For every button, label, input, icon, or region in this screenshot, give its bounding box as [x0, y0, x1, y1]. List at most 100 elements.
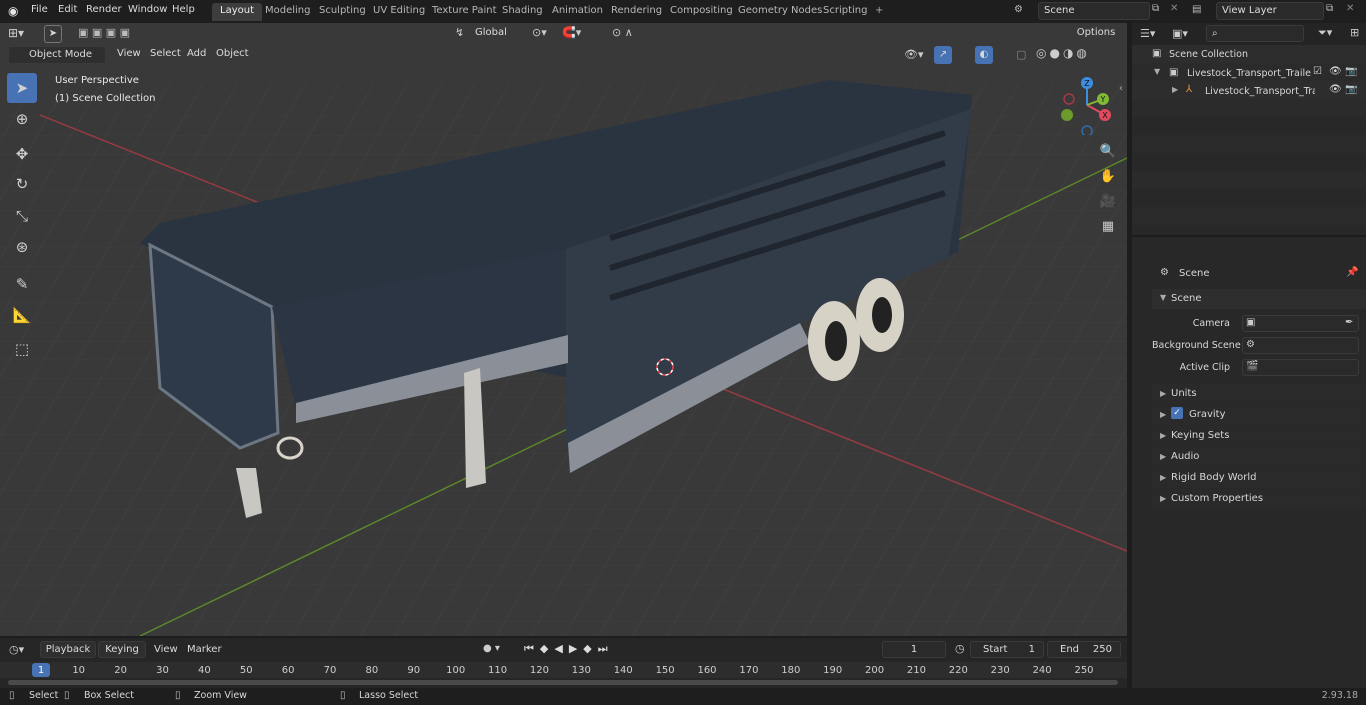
section-custom-properties[interactable]: ▶ Custom Properties — [1152, 489, 1366, 509]
end-frame-field[interactable]: End 250 — [1047, 641, 1121, 658]
sidebar-toggle-icon[interactable]: ‹ — [1119, 83, 1123, 94]
transform-tool-icon[interactable]: ⊛ — [7, 232, 37, 262]
camera-icon[interactable]: 📷 — [1345, 66, 1357, 77]
selection-mode-icons[interactable]: ▣ ▣ ▣ ▣ — [78, 26, 162, 42]
pivot-icon[interactable]: ⊙▾ — [532, 26, 547, 39]
menu-view[interactable]: View — [117, 48, 141, 59]
mode-dropdown[interactable]: Object Mode — [8, 46, 106, 64]
menu-file[interactable]: File — [31, 4, 48, 15]
menu-marker[interactable]: Marker — [187, 644, 222, 655]
menu-playback[interactable]: Playback — [40, 641, 96, 658]
scene-panel-header[interactable]: ▼ Scene — [1152, 289, 1366, 309]
new-view-layer-icon[interactable]: ⧉ — [1326, 3, 1333, 14]
annotate-tool-icon[interactable]: ✎ — [7, 269, 37, 299]
menu-add[interactable]: Add — [187, 48, 206, 59]
menu-help[interactable]: Help — [172, 4, 195, 15]
menu-object[interactable]: Object — [216, 48, 249, 59]
checkbox-icon[interactable]: ☑ — [1313, 66, 1322, 77]
outliner-item-collection[interactable]: Livestock_Transport_Trailer_L — [1187, 68, 1311, 79]
scene-icon[interactable]: ⚙ — [1014, 4, 1023, 15]
start-frame-field[interactable]: Start 1 — [970, 641, 1044, 658]
menu-keying[interactable]: Keying — [98, 641, 146, 658]
menu-edit[interactable]: Edit — [58, 4, 77, 15]
cursor-tool-icon[interactable]: ⊕ — [7, 104, 37, 134]
visibility-icon[interactable]: 👁▾ — [904, 48, 924, 61]
add-cube-tool-icon[interactable]: ⬚ — [7, 334, 37, 364]
ortho-grid-icon[interactable]: ▦ — [1097, 215, 1119, 237]
menu-view[interactable]: View — [154, 644, 178, 655]
scene-field[interactable]: Scene — [1038, 2, 1150, 20]
eye-icon[interactable]: 👁 — [1329, 66, 1342, 77]
select-mode-icon[interactable]: ➤ — [44, 25, 62, 43]
eyedropper-icon[interactable]: ✒ — [1345, 317, 1353, 328]
outliner-editor-icon[interactable]: ☰▾ — [1140, 27, 1155, 40]
gizmo-toggle-icon[interactable]: ↗ — [934, 46, 952, 64]
current-frame-field[interactable]: 1 — [882, 641, 946, 658]
move-tool-icon[interactable]: ✥ — [7, 139, 37, 169]
blender-logo-icon[interactable]: ◉ — [8, 4, 18, 18]
menu-window[interactable]: Window — [128, 4, 167, 15]
overlay-toggle-icon[interactable]: ◐ — [975, 46, 993, 64]
add-workspace-button[interactable]: + — [867, 3, 891, 21]
camera-icon[interactable]: 📷 — [1345, 84, 1357, 95]
menu-render[interactable]: Render — [86, 4, 122, 15]
frame-ruler-label: 100 — [446, 665, 466, 676]
tab-rendering[interactable]: Rendering — [603, 3, 670, 21]
close-icon[interactable]: ✕ — [1170, 3, 1178, 14]
new-scene-icon[interactable]: ⧉ — [1152, 3, 1159, 14]
shading-modes-icons[interactable]: ◎●◑◍ — [1036, 46, 1108, 64]
camera-field[interactable] — [1242, 315, 1359, 332]
snap-icon[interactable]: 🧲▾ — [562, 26, 581, 39]
display-mode-icon[interactable]: ▣▾ — [1172, 27, 1188, 40]
section-audio[interactable]: ▶ Audio — [1152, 447, 1366, 467]
section-gravity[interactable]: ▶ ✓ Gravity — [1152, 405, 1366, 425]
expand-arrow-icon[interactable]: ▶ — [1172, 85, 1178, 94]
background-scene-field[interactable] — [1242, 337, 1359, 354]
options-dropdown[interactable]: Options — [1069, 25, 1123, 43]
section-units[interactable]: ▶ Units — [1152, 384, 1366, 404]
view-layer-field[interactable]: View Layer — [1216, 2, 1324, 20]
tab-layout[interactable]: Layout — [212, 3, 262, 21]
xray-icon[interactable]: ▢ — [1016, 48, 1026, 61]
tab-uv-editing[interactable]: UV Editing — [365, 3, 433, 21]
proportional-edit-icon[interactable]: ⊙ ∧ — [612, 26, 633, 39]
editor-type-icon[interactable]: ⊞▾ — [8, 26, 34, 44]
outliner-search-input[interactable]: ⌕ — [1206, 25, 1304, 42]
transform-orientation-dropdown[interactable]: Global — [470, 25, 524, 43]
outliner-scene-collection[interactable]: Scene Collection — [1169, 49, 1248, 60]
view-layer-icon[interactable]: ▤ — [1192, 4, 1201, 15]
tab-shading[interactable]: Shading — [494, 3, 551, 21]
frame-ruler-label: 90 — [407, 665, 421, 676]
playback-controls-icons[interactable]: ⏮◆◀▶◆⏭ — [524, 642, 614, 656]
rotate-tool-icon[interactable]: ↻ — [7, 169, 37, 199]
3d-viewport[interactable]: ⊞▾ ➤ ▣ ▣ ▣ ▣ ↯ Global ⊙▾ 🧲▾ ⊙ ∧ Options … — [0, 23, 1127, 636]
scale-tool-icon[interactable]: ⤡ — [7, 201, 37, 231]
menu-select[interactable]: Select — [150, 48, 181, 59]
measure-tool-icon[interactable]: 📐 — [7, 300, 37, 330]
navigation-gizmo[interactable]: Z X Y — [1057, 75, 1117, 135]
timeline-editor-icon[interactable]: ◷▾ — [9, 643, 24, 656]
filter-icon[interactable]: ⏷▾ — [1318, 26, 1332, 40]
camera-view-icon[interactable]: 🎥 — [1097, 190, 1119, 212]
zoom-icon[interactable]: 🔍 — [1097, 140, 1119, 162]
section-keying-sets[interactable]: ▶ Keying Sets — [1152, 426, 1366, 446]
close-icon[interactable]: ✕ — [1346, 3, 1354, 14]
clock-icon[interactable]: ◷ — [955, 642, 965, 655]
record-icon[interactable]: ● ▾ — [483, 643, 500, 654]
new-collection-icon[interactable]: ⊞ — [1350, 26, 1359, 39]
tab-modeling[interactable]: Modeling — [257, 3, 319, 21]
select-box-tool-icon[interactable]: ➤ — [7, 73, 37, 103]
tab-texture-paint[interactable]: Texture Paint — [424, 3, 505, 21]
tab-compositing[interactable]: Compositing — [662, 3, 741, 21]
eye-icon[interactable]: 👁 — [1329, 84, 1342, 95]
pan-hand-icon[interactable]: ✋ — [1097, 165, 1119, 187]
active-clip-field[interactable] — [1242, 359, 1359, 376]
timeline-scrollbar[interactable] — [8, 680, 1118, 685]
section-rigid-body-world[interactable]: ▶ Rigid Body World — [1152, 468, 1366, 488]
pin-icon[interactable]: 📌 — [1346, 267, 1358, 278]
gravity-checkbox[interactable]: ✓ — [1171, 407, 1183, 419]
tab-animation[interactable]: Animation — [544, 3, 611, 21]
expand-arrow-icon[interactable]: ▼ — [1154, 67, 1160, 76]
frame-ruler-label: 60 — [281, 665, 295, 676]
outliner-item-object[interactable]: Livestock_Transport_Trai — [1205, 86, 1315, 97]
